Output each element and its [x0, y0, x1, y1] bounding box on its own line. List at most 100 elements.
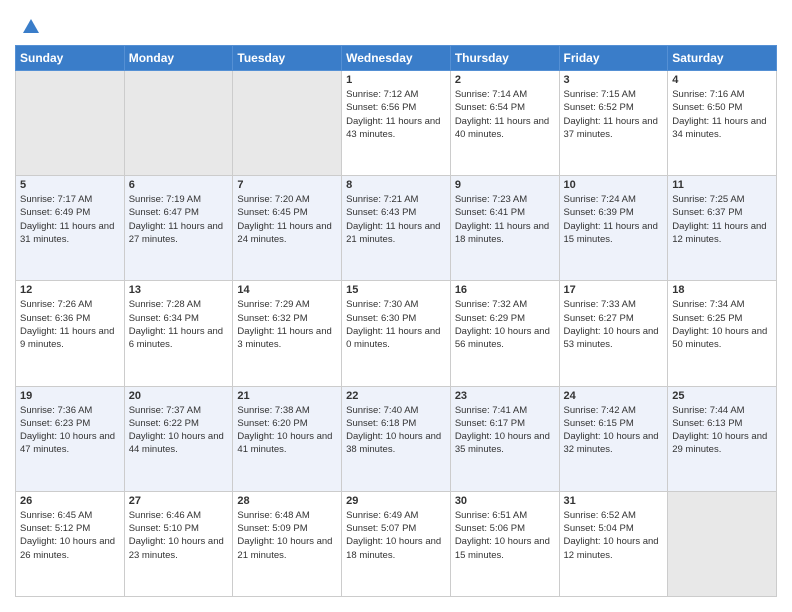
day-info: Sunrise: 7:32 AM Sunset: 6:29 PM Dayligh…	[455, 298, 555, 351]
day-info: Sunrise: 6:49 AM Sunset: 5:07 PM Dayligh…	[346, 509, 446, 562]
day-number: 23	[455, 390, 555, 402]
calendar-day-cell	[16, 71, 125, 176]
calendar-day-cell: 21 Sunrise: 7:38 AM Sunset: 6:20 PM Dayli…	[233, 386, 342, 491]
day-info: Sunrise: 7:23 AM Sunset: 6:41 PM Dayligh…	[455, 193, 555, 246]
day-number: 21	[237, 390, 337, 402]
day-info: Sunrise: 7:19 AM Sunset: 6:47 PM Dayligh…	[129, 193, 229, 246]
calendar-week-row: 26 Sunrise: 6:45 AM Sunset: 5:12 PM Dayli…	[16, 491, 777, 596]
calendar-day-cell: 2 Sunrise: 7:14 AM Sunset: 6:54 PM Daylig…	[450, 71, 559, 176]
day-info: Sunrise: 7:12 AM Sunset: 6:56 PM Dayligh…	[346, 88, 446, 141]
calendar-day-cell: 13 Sunrise: 7:28 AM Sunset: 6:34 PM Dayli…	[124, 281, 233, 386]
day-number: 15	[346, 284, 446, 296]
day-info: Sunrise: 6:45 AM Sunset: 5:12 PM Dayligh…	[20, 509, 120, 562]
weekday-header-cell: Sunday	[16, 46, 125, 71]
weekday-header-cell: Tuesday	[233, 46, 342, 71]
calendar-week-row: 19Sunrise: 7:36 AM Sunset: 6:23 PM Dayli…	[16, 386, 777, 491]
calendar-day-cell: 16 Sunrise: 7:32 AM Sunset: 6:29 PM Dayli…	[450, 281, 559, 386]
day-number: 6	[129, 179, 229, 191]
calendar-day-cell: 18Sunrise: 7:34 AM Sunset: 6:25 PM Dayli…	[668, 281, 777, 386]
day-info: Sunrise: 6:52 AM Sunset: 5:04 PM Dayligh…	[564, 509, 664, 562]
day-number: 8	[346, 179, 446, 191]
day-number: 30	[455, 495, 555, 507]
calendar-day-cell	[233, 71, 342, 176]
day-number: 16	[455, 284, 555, 296]
day-info: Sunrise: 7:41 AM Sunset: 6:17 PM Dayligh…	[455, 404, 555, 457]
logo	[15, 15, 39, 35]
day-number: 28	[237, 495, 337, 507]
day-info: Sunrise: 6:46 AM Sunset: 5:10 PM Dayligh…	[129, 509, 229, 562]
day-info: Sunrise: 7:38 AM Sunset: 6:20 PM Dayligh…	[237, 404, 337, 457]
calendar-day-cell: 17 Sunrise: 7:33 AM Sunset: 6:27 PM Dayli…	[559, 281, 668, 386]
day-number: 11	[672, 179, 772, 191]
day-number: 7	[237, 179, 337, 191]
day-number: 13	[129, 284, 229, 296]
calendar-day-cell: 14 Sunrise: 7:29 AM Sunset: 6:32 PM Dayli…	[233, 281, 342, 386]
day-number: 17	[564, 284, 664, 296]
weekday-header-cell: Thursday	[450, 46, 559, 71]
day-info: Sunrise: 7:17 AM Sunset: 6:49 PM Dayligh…	[20, 193, 120, 246]
day-number: 4	[672, 74, 772, 86]
calendar-day-cell: 20Sunrise: 7:37 AM Sunset: 6:22 PM Dayli…	[124, 386, 233, 491]
calendar-day-cell: 24Sunrise: 7:42 AM Sunset: 6:15 PM Dayli…	[559, 386, 668, 491]
calendar-day-cell	[124, 71, 233, 176]
day-info: Sunrise: 7:28 AM Sunset: 6:34 PM Dayligh…	[129, 298, 229, 351]
day-info: Sunrise: 7:25 AM Sunset: 6:37 PM Dayligh…	[672, 193, 772, 246]
calendar-day-cell: 23 Sunrise: 7:41 AM Sunset: 6:17 PM Dayli…	[450, 386, 559, 491]
calendar-week-row: 5 Sunrise: 7:17 AM Sunset: 6:49 PM Daylig…	[16, 176, 777, 281]
day-number: 22	[346, 390, 446, 402]
day-number: 26	[20, 495, 120, 507]
day-number: 25	[672, 390, 772, 402]
day-info: Sunrise: 6:48 AM Sunset: 5:09 PM Dayligh…	[237, 509, 337, 562]
calendar-week-row: 1 Sunrise: 7:12 AM Sunset: 6:56 PM Daylig…	[16, 71, 777, 176]
logo-icon	[17, 15, 39, 37]
calendar-body: 1 Sunrise: 7:12 AM Sunset: 6:56 PM Daylig…	[16, 71, 777, 597]
day-number: 14	[237, 284, 337, 296]
calendar-day-cell: 30 Sunrise: 6:51 AM Sunset: 5:06 PM Dayli…	[450, 491, 559, 596]
day-number: 9	[455, 179, 555, 191]
day-info: Sunrise: 7:29 AM Sunset: 6:32 PM Dayligh…	[237, 298, 337, 351]
day-info: Sunrise: 7:26 AM Sunset: 6:36 PM Dayligh…	[20, 298, 120, 351]
weekday-header-cell: Friday	[559, 46, 668, 71]
calendar-day-cell: 31 Sunrise: 6:52 AM Sunset: 5:04 PM Dayli…	[559, 491, 668, 596]
calendar-day-cell: 28 Sunrise: 6:48 AM Sunset: 5:09 PM Dayli…	[233, 491, 342, 596]
calendar-day-cell: 3 Sunrise: 7:15 AM Sunset: 6:52 PM Daylig…	[559, 71, 668, 176]
calendar-day-cell: 11 Sunrise: 7:25 AM Sunset: 6:37 PM Dayli…	[668, 176, 777, 281]
weekday-header-row: SundayMondayTuesdayWednesdayThursdayFrid…	[16, 46, 777, 71]
calendar-day-cell: 8 Sunrise: 7:21 AM Sunset: 6:43 PM Daylig…	[342, 176, 451, 281]
header	[15, 15, 777, 35]
day-info: Sunrise: 7:24 AM Sunset: 6:39 PM Dayligh…	[564, 193, 664, 246]
day-info: Sunrise: 7:21 AM Sunset: 6:43 PM Dayligh…	[346, 193, 446, 246]
day-info: Sunrise: 7:14 AM Sunset: 6:54 PM Dayligh…	[455, 88, 555, 141]
day-info: Sunrise: 7:36 AM Sunset: 6:23 PM Dayligh…	[20, 404, 120, 457]
calendar-day-cell: 25 Sunrise: 7:44 AM Sunset: 6:13 PM Dayli…	[668, 386, 777, 491]
day-number: 3	[564, 74, 664, 86]
day-info: Sunrise: 7:30 AM Sunset: 6:30 PM Dayligh…	[346, 298, 446, 351]
day-number: 5	[20, 179, 120, 191]
calendar-day-cell: 19Sunrise: 7:36 AM Sunset: 6:23 PM Dayli…	[16, 386, 125, 491]
calendar-table: SundayMondayTuesdayWednesdayThursdayFrid…	[15, 45, 777, 597]
day-info: Sunrise: 7:33 AM Sunset: 6:27 PM Dayligh…	[564, 298, 664, 351]
day-number: 2	[455, 74, 555, 86]
day-info: Sunrise: 7:20 AM Sunset: 6:45 PM Dayligh…	[237, 193, 337, 246]
day-info: Sunrise: 7:40 AM Sunset: 6:18 PM Dayligh…	[346, 404, 446, 457]
day-number: 27	[129, 495, 229, 507]
day-info: Sunrise: 7:42 AM Sunset: 6:15 PM Dayligh…	[564, 404, 664, 457]
day-info: Sunrise: 7:15 AM Sunset: 6:52 PM Dayligh…	[564, 88, 664, 141]
day-info: Sunrise: 7:44 AM Sunset: 6:13 PM Dayligh…	[672, 404, 772, 457]
day-info: Sunrise: 7:16 AM Sunset: 6:50 PM Dayligh…	[672, 88, 772, 141]
day-number: 20	[129, 390, 229, 402]
day-number: 29	[346, 495, 446, 507]
day-info: Sunrise: 6:51 AM Sunset: 5:06 PM Dayligh…	[455, 509, 555, 562]
calendar-day-cell: 29 Sunrise: 6:49 AM Sunset: 5:07 PM Dayli…	[342, 491, 451, 596]
calendar-day-cell: 15 Sunrise: 7:30 AM Sunset: 6:30 PM Dayli…	[342, 281, 451, 386]
calendar-day-cell: 5 Sunrise: 7:17 AM Sunset: 6:49 PM Daylig…	[16, 176, 125, 281]
weekday-header-cell: Wednesday	[342, 46, 451, 71]
calendar-day-cell: 12Sunrise: 7:26 AM Sunset: 6:36 PM Dayli…	[16, 281, 125, 386]
day-number: 1	[346, 74, 446, 86]
weekday-header-cell: Monday	[124, 46, 233, 71]
calendar-day-cell	[668, 491, 777, 596]
calendar-day-cell: 10Sunrise: 7:24 AM Sunset: 6:39 PM Dayli…	[559, 176, 668, 281]
calendar-day-cell: 4 Sunrise: 7:16 AM Sunset: 6:50 PM Daylig…	[668, 71, 777, 176]
day-number: 31	[564, 495, 664, 507]
day-info: Sunrise: 7:34 AM Sunset: 6:25 PM Dayligh…	[672, 298, 772, 351]
